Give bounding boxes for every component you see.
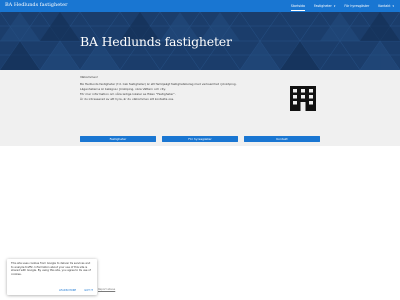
nav-item-kontakt[interactable]: Kontakt ▾ bbox=[378, 0, 394, 12]
content-section: Välkommen! BA Hedlunds fastigheter (f.d.… bbox=[0, 70, 400, 146]
fastigheter-button[interactable]: Fastigheter bbox=[80, 136, 156, 142]
cookie-actions: Learn more Got it bbox=[51, 289, 93, 292]
top-navigation-bar: BA Hedlunds fastigheter Startsida Fastig… bbox=[0, 0, 400, 12]
got-it-button[interactable]: Got it bbox=[84, 289, 93, 292]
nav-item-label: Fastigheter bbox=[314, 4, 332, 8]
for-hyresgaster-button[interactable]: För hyresgäster bbox=[162, 136, 238, 142]
intro-line: Är du intresserad av att hyra, är du väl… bbox=[80, 96, 175, 101]
page: BA Hedlunds fastigheter Startsida Fastig… bbox=[0, 0, 400, 300]
cookie-notice: This site uses cookies from Google to de… bbox=[7, 259, 97, 295]
button-row: Fastigheter För hyresgäster Kontakt bbox=[80, 136, 320, 142]
report-abuse-link[interactable]: Report abuse bbox=[98, 288, 115, 291]
intro-text: Välkommen! BA Hedlunds fastigheter (f.d.… bbox=[80, 75, 265, 101]
nav-item-label: Startsida bbox=[290, 4, 306, 8]
cookie-text: This site uses cookies from Google to de… bbox=[11, 262, 91, 276]
building-icon bbox=[290, 86, 316, 111]
nav-item-for-hyresgaster[interactable]: För hyresgäster bbox=[344, 0, 369, 12]
nav-item-startsida[interactable]: Startsida bbox=[290, 0, 306, 12]
nav-item-label: För hyresgäster bbox=[344, 4, 370, 8]
chevron-down-icon: ▾ bbox=[392, 4, 394, 8]
nav-item-label: Kontakt bbox=[378, 4, 391, 8]
site-title[interactable]: BA Hedlunds fastigheter bbox=[5, 2, 68, 8]
main-navigation: Startsida Fastigheter ▾ För hyresgäster … bbox=[282, 0, 394, 12]
nav-item-fastigheter[interactable]: Fastigheter ▾ bbox=[314, 0, 335, 12]
learn-more-link[interactable]: Learn more bbox=[59, 289, 76, 292]
chevron-down-icon: ▾ bbox=[333, 4, 336, 8]
hero-banner: BA Hedlunds fastigheter bbox=[0, 12, 400, 70]
hero-title: BA Hedlunds fastigheter bbox=[80, 34, 232, 49]
kontakt-button[interactable]: Kontakt bbox=[244, 136, 320, 142]
